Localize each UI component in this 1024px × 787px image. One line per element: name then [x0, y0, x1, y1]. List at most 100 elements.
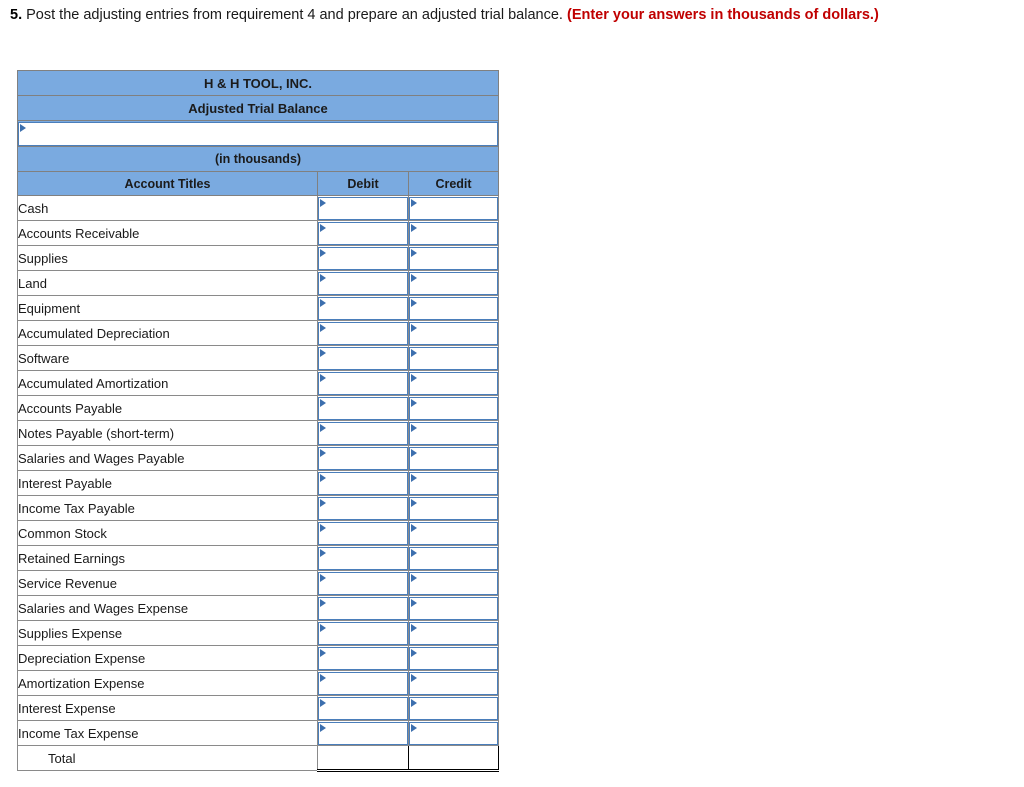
credit-field-box	[409, 271, 499, 295]
debit-input[interactable]	[318, 646, 408, 670]
debit-cell	[317, 470, 409, 496]
debit-input[interactable]	[318, 446, 408, 470]
debit-input[interactable]	[318, 221, 408, 245]
debit-field-box	[318, 621, 408, 645]
credit-cell	[407, 670, 500, 696]
debit-cell	[317, 620, 409, 646]
credit-cell	[407, 595, 500, 621]
debit-input[interactable]	[318, 296, 408, 320]
period-input[interactable]	[18, 121, 499, 146]
debit-field-box	[318, 221, 408, 245]
debit-input[interactable]	[318, 196, 408, 220]
credit-input[interactable]	[409, 546, 499, 570]
table-row: Interest Expense	[17, 695, 500, 721]
debit-cell	[317, 370, 409, 396]
debit-cell	[317, 720, 409, 746]
credit-input[interactable]	[409, 221, 499, 245]
debit-field-box	[318, 721, 408, 745]
total-debit-cell	[317, 745, 409, 772]
debit-input[interactable]	[318, 496, 408, 520]
credit-input[interactable]	[409, 196, 499, 220]
total-row: Total	[17, 745, 500, 772]
table-row: Accumulated Amortization	[17, 370, 500, 396]
debit-cell	[317, 495, 409, 521]
credit-input[interactable]	[409, 321, 499, 345]
debit-field-box	[318, 596, 408, 620]
table-row: Land	[17, 270, 500, 296]
credit-input[interactable]	[409, 446, 499, 470]
table-row: Depreciation Expense	[17, 645, 500, 671]
debit-field-box	[318, 571, 408, 595]
credit-input[interactable]	[409, 721, 499, 745]
credit-input[interactable]	[409, 671, 499, 695]
debit-field-box	[318, 496, 408, 520]
debit-input[interactable]	[318, 621, 408, 645]
credit-input[interactable]	[409, 521, 499, 545]
credit-input[interactable]	[409, 496, 499, 520]
credit-input[interactable]	[409, 421, 499, 445]
credit-cell	[407, 545, 500, 571]
debit-input[interactable]	[318, 546, 408, 570]
debit-field-box	[318, 371, 408, 395]
credit-cell	[407, 220, 500, 246]
debit-input[interactable]	[318, 271, 408, 295]
credit-field-box	[409, 346, 499, 370]
debit-input[interactable]	[318, 596, 408, 620]
credit-field-box	[409, 621, 499, 645]
debit-input[interactable]	[318, 321, 408, 345]
credit-input[interactable]	[409, 396, 499, 420]
question-number: 5.	[10, 7, 23, 23]
debit-input[interactable]	[318, 571, 408, 595]
debit-input[interactable]	[318, 421, 408, 445]
debit-input[interactable]	[318, 246, 408, 270]
table-row: Accounts Receivable	[17, 220, 500, 246]
credit-input[interactable]	[409, 571, 499, 595]
table-row: Accumulated Depreciation	[17, 320, 500, 346]
table-row: Accounts Payable	[17, 395, 500, 421]
credit-input[interactable]	[409, 246, 499, 270]
credit-input[interactable]	[409, 596, 499, 620]
debit-input[interactable]	[318, 671, 408, 695]
table-row: Supplies Expense	[17, 620, 500, 646]
account-title: Service Revenue	[17, 570, 318, 596]
table-row: Software	[17, 345, 500, 371]
credit-field-box	[409, 696, 499, 720]
debit-field-box	[318, 646, 408, 670]
debit-field-box	[318, 671, 408, 695]
account-title: Supplies Expense	[17, 620, 318, 646]
debit-input[interactable]	[318, 721, 408, 745]
table-row: Supplies	[17, 245, 500, 271]
credit-field-box	[409, 196, 499, 220]
debit-cell	[317, 345, 409, 371]
account-title: Common Stock	[17, 520, 318, 546]
credit-input[interactable]	[409, 271, 499, 295]
credit-input[interactable]	[409, 296, 499, 320]
debit-field-box	[318, 471, 408, 495]
debit-field-box	[318, 396, 408, 420]
credit-input[interactable]	[409, 371, 499, 395]
credit-input[interactable]	[409, 646, 499, 670]
debit-field-box	[318, 421, 408, 445]
debit-cell	[317, 245, 409, 271]
debit-input[interactable]	[318, 346, 408, 370]
credit-input[interactable]	[409, 346, 499, 370]
debit-input[interactable]	[318, 371, 408, 395]
credit-cell	[407, 620, 500, 646]
credit-field-box	[409, 546, 499, 570]
debit-input[interactable]	[318, 396, 408, 420]
credit-input[interactable]	[409, 621, 499, 645]
account-title: Income Tax Expense	[17, 720, 318, 746]
credit-field-box	[409, 471, 499, 495]
debit-input[interactable]	[318, 696, 408, 720]
table-row: Equipment	[17, 295, 500, 321]
debit-cell	[317, 195, 409, 221]
credit-input[interactable]	[409, 696, 499, 720]
period-input-row	[16, 120, 500, 147]
debit-input[interactable]	[318, 471, 408, 495]
account-title: Accounts Receivable	[17, 220, 318, 246]
debit-input[interactable]	[318, 521, 408, 545]
credit-input[interactable]	[409, 471, 499, 495]
statement-title: Adjusted Trial Balance	[16, 95, 500, 121]
table-row: Cash	[17, 195, 500, 221]
credit-cell	[407, 320, 500, 346]
